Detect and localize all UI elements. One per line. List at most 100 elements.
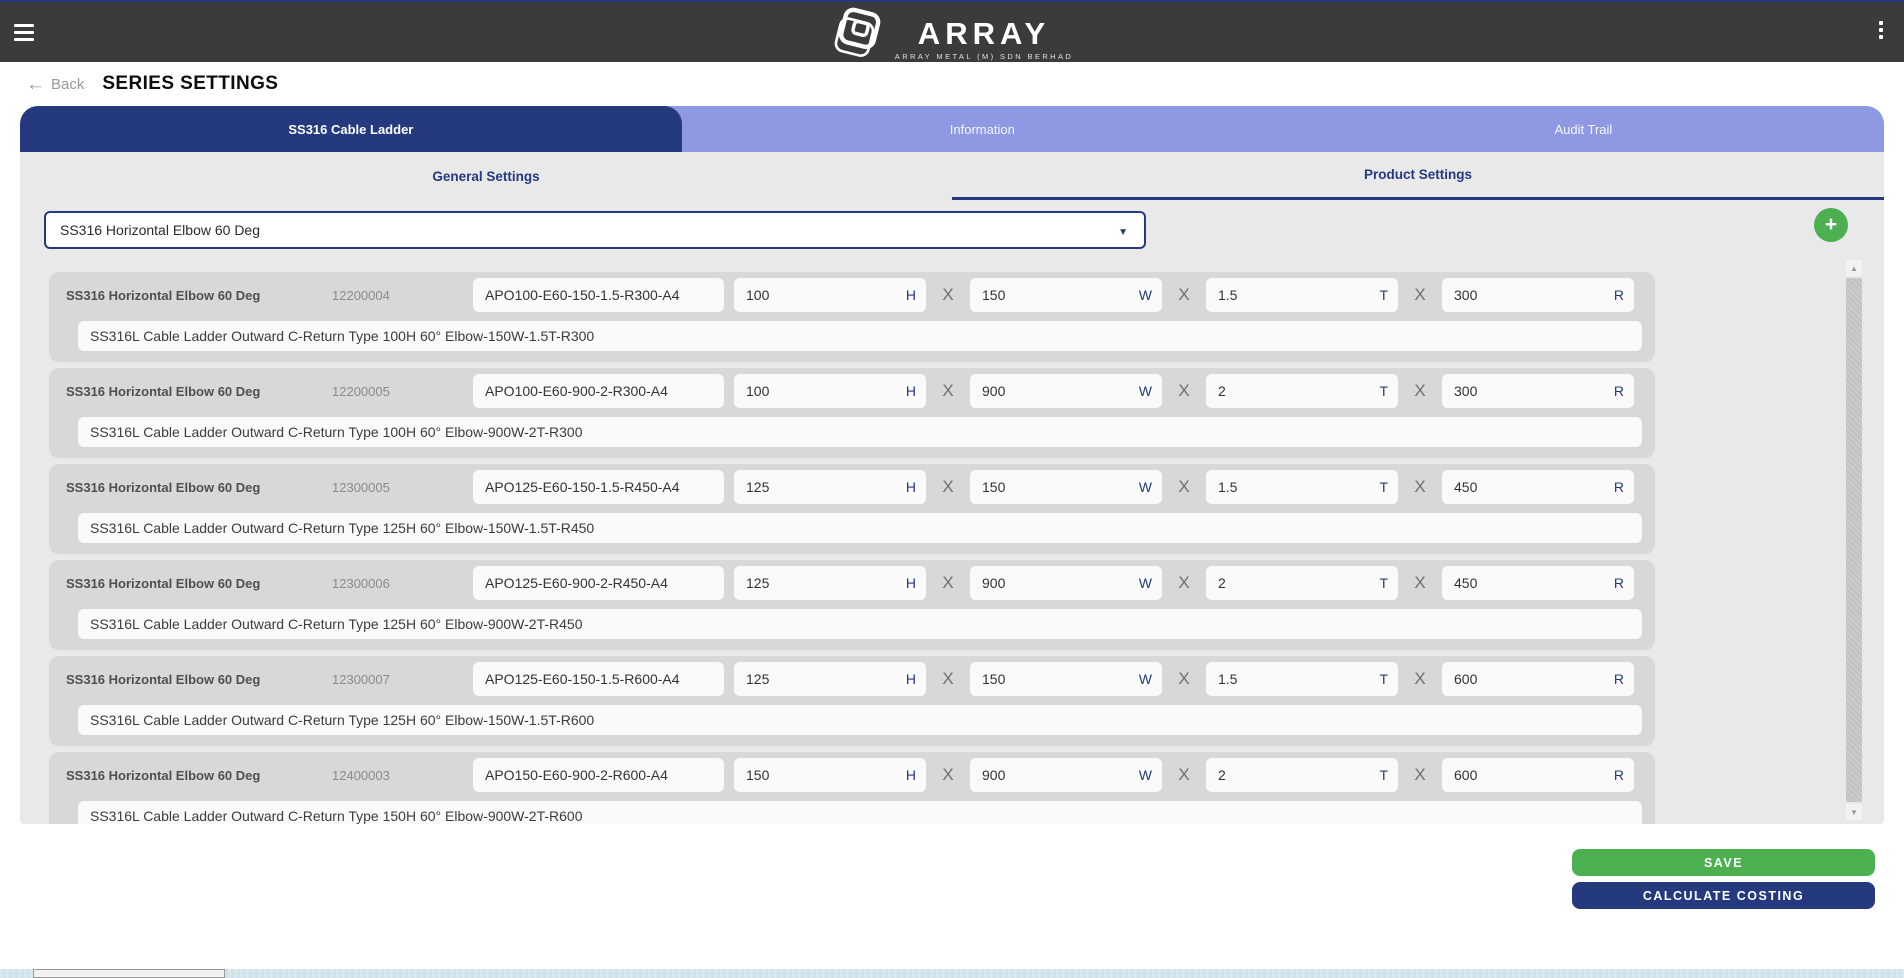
part-number-input[interactable]: [473, 383, 724, 399]
series-name-label: SS316 Horizontal Elbow 60 Deg: [66, 672, 332, 687]
multiply-separator: X: [926, 765, 970, 785]
product-code-label: 12300007: [332, 672, 473, 687]
width-input[interactable]: [970, 575, 1162, 591]
product-description-input[interactable]: [78, 321, 1642, 351]
scroll-down-icon[interactable]: ▼: [1846, 804, 1862, 820]
radius-field: R: [1442, 278, 1634, 312]
thickness-field: T: [1206, 470, 1398, 504]
back-button[interactable]: ← Back: [26, 75, 84, 94]
height-input[interactable]: [734, 479, 926, 495]
radius-input[interactable]: [1442, 287, 1634, 303]
tab-audit-trail[interactable]: Audit Trail: [1283, 106, 1884, 152]
multiply-separator: X: [926, 477, 970, 497]
series-select[interactable]: SS316 Horizontal Elbow 60 Deg ▼: [44, 211, 1146, 249]
save-button[interactable]: SAVE: [1572, 849, 1875, 876]
width-unit-label: W: [1139, 383, 1152, 399]
back-arrow-icon: ←: [26, 75, 45, 94]
tab-series[interactable]: SS316 Cable Ladder: [20, 106, 682, 152]
series-name-label: SS316 Horizontal Elbow 60 Deg: [66, 576, 332, 591]
back-label: Back: [51, 76, 84, 93]
page-title: SERIES SETTINGS: [102, 73, 278, 95]
width-input[interactable]: [970, 479, 1162, 495]
product-description-input[interactable]: [78, 417, 1642, 447]
product-description-input[interactable]: [78, 609, 1642, 639]
thickness-input[interactable]: [1206, 383, 1398, 399]
thickness-input[interactable]: [1206, 575, 1398, 591]
thickness-input[interactable]: [1206, 767, 1398, 783]
height-unit-label: H: [906, 575, 916, 591]
multiply-separator: X: [1398, 381, 1442, 401]
height-input[interactable]: [734, 383, 926, 399]
product-row: SS316 Horizontal Elbow 60 Deg 12200004 H…: [49, 272, 1655, 362]
width-input[interactable]: [970, 671, 1162, 687]
horizontal-scrollbar-thumb[interactable]: [33, 969, 225, 978]
subtab-general-settings[interactable]: General Settings: [20, 152, 952, 200]
thickness-unit-label: T: [1379, 383, 1388, 399]
thickness-unit-label: T: [1379, 479, 1388, 495]
radius-input[interactable]: [1442, 479, 1634, 495]
width-field: W: [970, 758, 1162, 792]
calculate-costing-button[interactable]: CALCULATE COSTING: [1572, 882, 1875, 909]
part-number-input[interactable]: [473, 287, 724, 303]
width-input[interactable]: [970, 287, 1162, 303]
horizontal-scrollbar[interactable]: [0, 969, 1904, 978]
height-input[interactable]: [734, 671, 926, 687]
series-toolbar: SS316 Horizontal Elbow 60 Deg ▼ +: [20, 200, 1884, 262]
part-number-input[interactable]: [473, 479, 724, 495]
radius-unit-label: R: [1614, 383, 1624, 399]
thickness-input[interactable]: [1206, 671, 1398, 687]
part-number-field: [473, 470, 724, 504]
series-select-value: SS316 Horizontal Elbow 60 Deg: [60, 222, 260, 238]
width-unit-label: W: [1139, 479, 1152, 495]
height-input[interactable]: [734, 767, 926, 783]
product-code-label: 12400003: [332, 768, 473, 783]
width-field: W: [970, 278, 1162, 312]
radius-field: R: [1442, 758, 1634, 792]
radius-input[interactable]: [1442, 767, 1634, 783]
part-number-input[interactable]: [473, 671, 724, 687]
kebab-menu-icon[interactable]: [1876, 21, 1886, 39]
series-name-label: SS316 Horizontal Elbow 60 Deg: [66, 384, 332, 399]
part-number-input[interactable]: [473, 575, 724, 591]
product-row-head: SS316 Horizontal Elbow 60 Deg 12300007 H…: [49, 656, 1655, 702]
width-input[interactable]: [970, 383, 1162, 399]
product-description-row: [49, 606, 1655, 639]
multiply-separator: X: [926, 669, 970, 689]
width-field: W: [970, 470, 1162, 504]
radius-field: R: [1442, 470, 1634, 504]
add-product-button[interactable]: +: [1814, 208, 1848, 242]
scrollbar-thumb[interactable]: [1846, 278, 1862, 802]
product-list-viewport: SS316 Horizontal Elbow 60 Deg 12200004 H…: [20, 262, 1884, 824]
product-description-input[interactable]: [78, 705, 1642, 735]
multiply-separator: X: [1162, 477, 1206, 497]
radius-input[interactable]: [1442, 383, 1634, 399]
product-description-input[interactable]: [78, 513, 1642, 543]
height-input[interactable]: [734, 575, 926, 591]
product-row: SS316 Horizontal Elbow 60 Deg 12200005 H…: [49, 368, 1655, 458]
multiply-separator: X: [1398, 573, 1442, 593]
vertical-scrollbar[interactable]: ▲ ▼: [1846, 260, 1862, 820]
thickness-input[interactable]: [1206, 287, 1398, 303]
radius-unit-label: R: [1614, 287, 1624, 303]
width-input[interactable]: [970, 767, 1162, 783]
thickness-field: T: [1206, 662, 1398, 696]
height-input[interactable]: [734, 287, 926, 303]
tab-information[interactable]: Information: [682, 106, 1283, 152]
radius-input[interactable]: [1442, 671, 1634, 687]
height-unit-label: H: [906, 479, 916, 495]
hamburger-menu-icon[interactable]: [14, 22, 34, 42]
series-name-label: SS316 Horizontal Elbow 60 Deg: [66, 288, 332, 303]
scroll-up-icon[interactable]: ▲: [1846, 260, 1862, 276]
part-number-field: [473, 758, 724, 792]
thickness-input[interactable]: [1206, 479, 1398, 495]
radius-input[interactable]: [1442, 575, 1634, 591]
product-description-row: [49, 510, 1655, 543]
content-panel: General Settings Product Settings SS316 …: [20, 152, 1884, 824]
subtab-product-settings[interactable]: Product Settings: [952, 152, 1884, 200]
height-field: H: [734, 374, 926, 408]
product-description-input[interactable]: [78, 801, 1642, 824]
subtab-bar: General Settings Product Settings: [20, 152, 1884, 200]
array-cube-icon: [831, 6, 887, 70]
part-number-input[interactable]: [473, 767, 724, 783]
product-row: SS316 Horizontal Elbow 60 Deg 12300006 H…: [49, 560, 1655, 650]
